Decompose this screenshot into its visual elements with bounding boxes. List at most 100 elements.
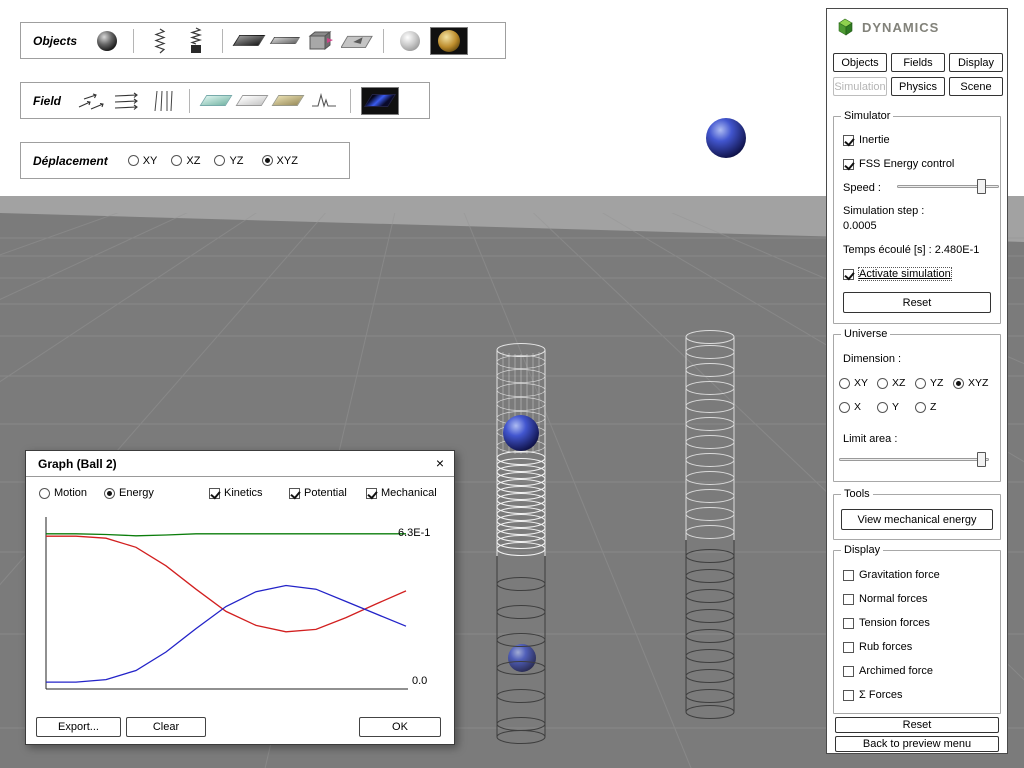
ok-button[interactable]: OK <box>359 717 441 737</box>
checkbox-box <box>843 135 854 146</box>
speed-slider[interactable] <box>897 179 999 194</box>
checkbox-box <box>366 488 377 499</box>
axis-x-radio[interactable]: X <box>839 401 861 413</box>
fss-energy-control-checkbox[interactable]: FSS Energy control <box>843 158 954 170</box>
dim-xyz-radio[interactable]: XYZ <box>953 377 988 389</box>
objects-toolbar-label: Objects <box>33 34 77 48</box>
spring-icon[interactable] <box>144 27 176 55</box>
energy-plot <box>34 511 448 703</box>
radio-circle <box>877 378 888 389</box>
back-to-preview-menu-button[interactable]: Back to preview menu <box>835 736 999 752</box>
ball-free[interactable] <box>706 118 746 158</box>
elapsed-time-row: Temps écoulé [s] : 2.480E-1 <box>843 244 979 256</box>
plane-textured-blue-icon[interactable] <box>361 87 399 115</box>
plane-white-icon[interactable] <box>236 87 268 115</box>
close-icon[interactable]: × <box>436 455 444 471</box>
graph-mode-motion-radio[interactable]: Motion <box>39 487 87 499</box>
nav-physics-button[interactable]: Physics <box>891 77 945 96</box>
plane-icon[interactable] <box>233 27 265 55</box>
dim-xz-radio[interactable]: XZ <box>877 377 905 389</box>
wave-icon[interactable] <box>308 87 340 115</box>
graph-mode-energy-radio[interactable]: Energy <box>104 487 154 499</box>
inertie-checkbox[interactable]: Inertie <box>843 134 890 146</box>
radio-circle <box>262 155 273 166</box>
box-icon[interactable] <box>305 27 337 55</box>
tension-forces-checkbox[interactable]: Tension forces <box>843 617 930 629</box>
potential-checkbox[interactable]: Potential <box>289 487 347 499</box>
toolbar-separator <box>133 29 134 53</box>
arrows-parallel-icon[interactable] <box>111 87 143 115</box>
dim-yz-radio[interactable]: YZ <box>915 377 943 389</box>
radio-circle <box>39 488 50 499</box>
field-lines-icon[interactable] <box>147 87 179 115</box>
ramp-icon[interactable] <box>341 27 373 55</box>
deplacement-radio-xz[interactable]: XZ <box>171 155 200 167</box>
speed-label: Speed : <box>843 182 881 194</box>
nav-objects-button[interactable]: Objects <box>833 53 887 72</box>
plane-tan-icon[interactable] <box>272 87 304 115</box>
gravitation-force-checkbox[interactable]: Gravitation force <box>843 569 940 581</box>
radio-circle <box>953 378 964 389</box>
plane-cyan-icon[interactable] <box>200 87 232 115</box>
brand-title: DYNAMICS <box>862 20 939 35</box>
slider-thumb[interactable] <box>977 452 986 467</box>
nav-scene-button[interactable]: Scene <box>949 77 1003 96</box>
deplacement-radio-xy[interactable]: XY <box>128 155 158 167</box>
arrows-diverge-icon[interactable] <box>75 87 107 115</box>
rub-forces-checkbox[interactable]: Rub forces <box>843 641 912 653</box>
clear-button[interactable]: Clear <box>126 717 206 737</box>
nav-display-button[interactable]: Display <box>949 53 1003 72</box>
view-mechanical-energy-button[interactable]: View mechanical energy <box>841 509 993 530</box>
sigma-forces-checkbox[interactable]: Σ Forces <box>843 689 902 701</box>
series-kinetics <box>46 586 406 683</box>
deplacement-radio-yz[interactable]: YZ <box>214 155 243 167</box>
checkbox-box <box>843 594 854 605</box>
limit-area-label: Limit area : <box>843 433 897 445</box>
mechanical-checkbox[interactable]: Mechanical <box>366 487 437 499</box>
elapsed-time-value: 2.480E-1 <box>935 244 980 256</box>
axis-z-radio[interactable]: Z <box>915 401 936 413</box>
radio-circle <box>104 488 115 499</box>
simulation-step-label: Simulation step : <box>843 205 924 217</box>
sphere-textured-icon[interactable] <box>430 27 468 55</box>
series-potential <box>46 536 406 632</box>
slider-thumb[interactable] <box>977 179 986 194</box>
ball-icon[interactable] <box>91 27 123 55</box>
activate-simulation-checkbox[interactable]: Activate simulation <box>843 268 951 280</box>
deplacement-radio-xyz[interactable]: XYZ <box>262 155 298 167</box>
radio-circle <box>915 402 926 413</box>
simulator-reset-button[interactable]: Reset <box>843 292 991 313</box>
radio-circle <box>214 155 225 166</box>
ball-icon-glyph <box>97 31 117 51</box>
export-button[interactable]: Export... <box>36 717 121 737</box>
control-panel: DYNAMICS Objects Fields Display Simulati… <box>826 8 1008 754</box>
checkbox-box <box>843 618 854 629</box>
spring-mass-icon[interactable] <box>180 27 212 55</box>
axis-y-radio[interactable]: Y <box>877 401 899 413</box>
toolbar-separator <box>189 89 190 113</box>
kinetics-checkbox[interactable]: Kinetics <box>209 487 263 499</box>
checkbox-box <box>843 570 854 581</box>
ball-in-cylinder[interactable] <box>503 415 539 451</box>
checkbox-box <box>843 666 854 677</box>
brand: DYNAMICS <box>835 17 939 37</box>
display-reset-button[interactable]: Reset <box>835 717 999 733</box>
sphere-light-icon[interactable] <box>394 27 426 55</box>
nav-fields-button[interactable]: Fields <box>891 53 945 72</box>
archimed-force-checkbox[interactable]: Archimed force <box>843 665 933 677</box>
checkbox-box <box>209 488 220 499</box>
series-mechanical <box>46 534 406 536</box>
plate-icon[interactable] <box>269 27 301 55</box>
dim-xy-radio[interactable]: XY <box>839 377 868 389</box>
limit-area-slider[interactable] <box>839 452 989 467</box>
graph-window-titlebar[interactable]: Graph (Ball 2) × <box>26 451 454 477</box>
universe-group-label: Universe <box>841 328 890 340</box>
toolbar-separator <box>350 89 351 113</box>
field-toolbar-label: Field <box>33 94 61 108</box>
y-min-label: 0.0 <box>412 675 427 687</box>
normal-forces-checkbox[interactable]: Normal forces <box>843 593 927 605</box>
slider-track <box>839 458 989 461</box>
radio-circle <box>839 402 850 413</box>
ball-lower-faint[interactable] <box>508 644 536 672</box>
checkbox-box <box>843 642 854 653</box>
